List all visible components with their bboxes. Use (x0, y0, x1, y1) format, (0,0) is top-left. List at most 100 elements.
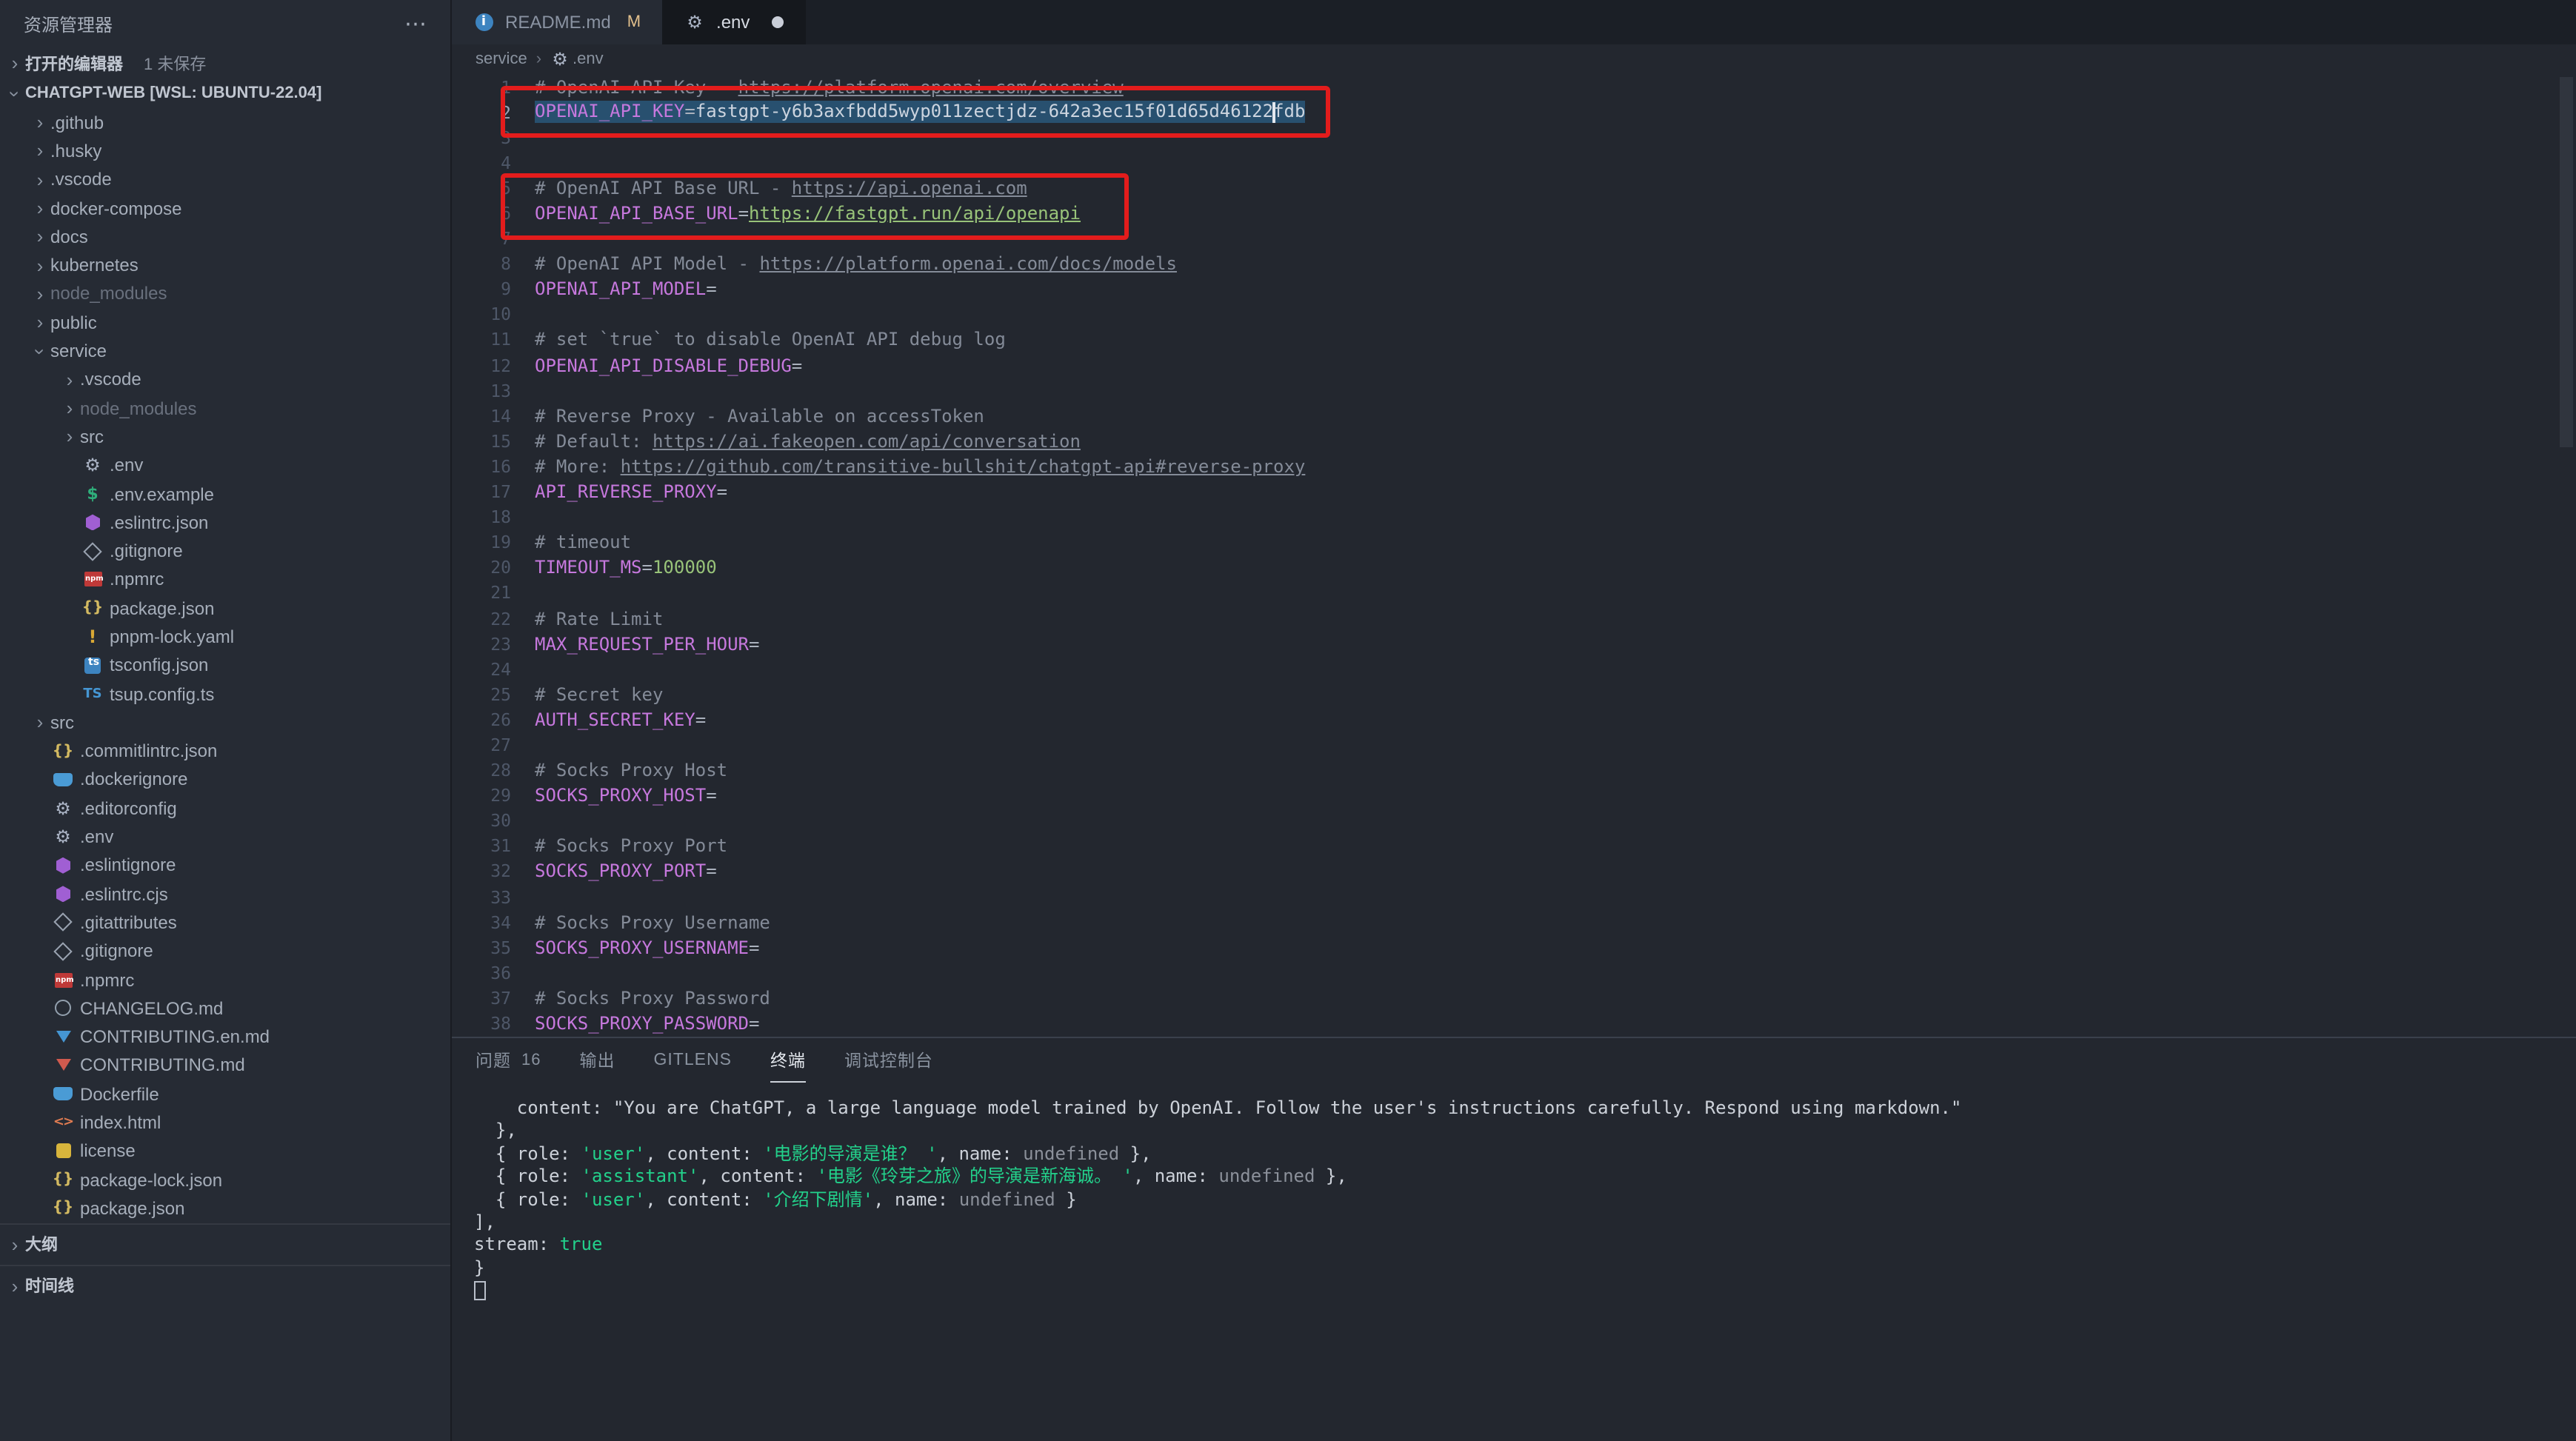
tree-file-.eslintrc.cjs[interactable]: .eslintrc.cjs (0, 880, 450, 909)
tab-env[interactable]: .env (663, 0, 806, 44)
tree-file-CONTRIBUTING.en.md[interactable]: CONTRIBUTING.en.md (0, 1023, 450, 1052)
code-line: 32SOCKS_PROXY_PORT= (452, 859, 2576, 884)
tree-file-.gitignore[interactable]: .gitignore (0, 937, 450, 966)
code-line: 18 (452, 504, 2576, 529)
tree-file-.gitattributes[interactable]: .gitattributes (0, 909, 450, 937)
tree-folder-src[interactable]: src (0, 708, 450, 737)
code-line: 5# OpenAI API Base URL - https://api.ope… (452, 175, 2576, 201)
code-editor[interactable]: 1# OpenAI API Key - https://platform.ope… (452, 74, 2576, 1037)
tree-item-label: .github (50, 112, 104, 133)
line-number: 1 (452, 76, 511, 97)
tree-file-package.json[interactable]: package.json (0, 594, 450, 623)
tree-folder-kubernetes[interactable]: kubernetes (0, 251, 450, 280)
panel-tab-label: 输出 (580, 1048, 615, 1071)
sidebar-header: 资源管理器 (0, 0, 450, 47)
tab-readme[interactable]: README.mdM (452, 0, 663, 44)
panel-tab-gitlens[interactable]: GITLENS (654, 1038, 732, 1083)
tree-folder-public[interactable]: public (0, 308, 450, 337)
bottom-panel: 问题16 输出 GITLENS 终端 调试控制台 content: "You are C… (452, 1037, 2576, 1441)
tree-file-.eslintignore[interactable]: .eslintignore (0, 851, 450, 880)
tree-folder-.vscode[interactable]: .vscode (0, 165, 450, 194)
tree-folder-.vscode[interactable]: .vscode (0, 365, 450, 394)
tree-folder-service[interactable]: service (0, 337, 450, 366)
project-name: CHATGPT-WEB [WSL: UBUNTU-22.04] (25, 84, 321, 102)
tree-file-.env.example[interactable]: .env.example (0, 480, 450, 509)
breadcrumb-file[interactable]: .env (573, 50, 604, 68)
code-line: 26AUTH_SECRET_KEY= (452, 707, 2576, 732)
tree-file-.dockerignore[interactable]: .dockerignore (0, 766, 450, 795)
tree-file-pnpm-lock.yaml[interactable]: pnpm-lock.yaml (0, 623, 450, 652)
explorer-sidebar: 资源管理器 打开的编辑器 1 未保存 CHATGPT-WEB [WSL: UBU… (0, 0, 452, 1441)
code-line: 10 (452, 302, 2576, 327)
tree-file-.gitignore[interactable]: .gitignore (0, 537, 450, 566)
project-section-header[interactable]: CHATGPT-WEB [WSL: UBUNTU-22.04] (0, 78, 450, 108)
tree-file-index.html[interactable]: index.html (0, 1109, 450, 1137)
tree-file-Dockerfile[interactable]: Dockerfile (0, 1080, 450, 1109)
tree-file-tsconfig.json[interactable]: tsconfig.json (0, 651, 450, 680)
json-icon (52, 1198, 74, 1219)
tree-file-.npmrc[interactable]: .npmrc (0, 566, 450, 595)
chevron-right-icon (30, 226, 50, 248)
section-timeline[interactable]: 时间线 (0, 1264, 450, 1305)
terminal-line: { role: 'assistant', content: '电影《玲芽之旅》的… (474, 1166, 2576, 1188)
panel-tab-output[interactable]: 输出 (580, 1038, 615, 1083)
breadcrumb[interactable]: service .env (452, 44, 2576, 74)
code-line: 35SOCKS_PROXY_USERNAME= (452, 935, 2576, 960)
tree-file-license[interactable]: license (0, 1137, 450, 1166)
tree-file-.npmrc[interactable]: .npmrc (0, 966, 450, 994)
chevron-right-icon (59, 426, 80, 448)
panel-tab-debug-console[interactable]: 调试控制台 (844, 1038, 933, 1083)
chevron-right-icon (4, 52, 25, 74)
code-line: 4 (452, 150, 2576, 175)
open-editors-section[interactable]: 打开的编辑器 1 未保存 (0, 47, 450, 78)
code-line: 21 (452, 581, 2576, 606)
tree-item-label: .gitignore (110, 541, 183, 561)
gear-icon (550, 49, 570, 70)
tree-folder-.github[interactable]: .github (0, 108, 450, 137)
tree-folder-docs[interactable]: docs (0, 222, 450, 251)
more-actions-icon[interactable] (404, 10, 427, 37)
tree-item-label: .env.example (110, 484, 214, 504)
tree-item-label: kubernetes (50, 255, 139, 275)
tree-file-.editorconfig[interactable]: .editorconfig (0, 794, 450, 823)
editor-scrollbar[interactable] (2560, 77, 2573, 447)
panel-tab-terminal[interactable]: 终端 (770, 1038, 806, 1083)
section-outline[interactable]: 大纲 (0, 1223, 450, 1264)
terminal-output[interactable]: content: "You are ChatGPT, a large langu… (452, 1083, 2576, 1441)
tree-item-label: node_modules (80, 398, 196, 418)
tree-folder-node_modules[interactable]: node_modules (0, 394, 450, 423)
line-number: 15 (452, 431, 511, 452)
tree-item-label: package-lock.json (80, 1169, 222, 1190)
tree-file-CONTRIBUTING.md[interactable]: CONTRIBUTING.md (0, 1052, 450, 1080)
line-number: 38 (452, 1013, 511, 1034)
tree-file-CHANGELOG.md[interactable]: CHANGELOG.md (0, 994, 450, 1023)
git-icon (52, 912, 74, 933)
panel-tab-label: 调试控制台 (844, 1048, 933, 1071)
changelog-icon (52, 998, 74, 1019)
panel-tab-problems[interactable]: 问题16 (476, 1038, 541, 1083)
tree-file-.env[interactable]: .env (0, 823, 450, 852)
line-number: 22 (452, 608, 511, 629)
code-line: 14# Reverse Proxy - Available on accessT… (452, 403, 2576, 428)
html-icon (52, 1112, 74, 1133)
tree-file-.commitlintrc.json[interactable]: .commitlintrc.json (0, 737, 450, 766)
tree-file-.env[interactable]: .env (0, 451, 450, 480)
tree-file-package-lock.json[interactable]: package-lock.json (0, 1166, 450, 1194)
tree-item-label: CONTRIBUTING.en.md (80, 1026, 270, 1047)
tab-label: .env (716, 12, 750, 33)
tree-folder-src[interactable]: src (0, 423, 450, 452)
tree-folder-.husky[interactable]: .husky (0, 137, 450, 166)
line-number: 34 (452, 912, 511, 932)
tree-file-.eslintrc.json[interactable]: .eslintrc.json (0, 508, 450, 537)
tree-file-package.json[interactable]: package.json (0, 1194, 450, 1223)
unsaved-count: 1 未保存 (144, 51, 206, 75)
tree-folder-node_modules[interactable]: node_modules (0, 280, 450, 309)
breadcrumb-folder[interactable]: service (476, 50, 527, 68)
terminal-line (474, 1280, 2576, 1303)
line-number: 2 (452, 101, 511, 122)
code-line: 30 (452, 808, 2576, 833)
tree-file-tsup.config.ts[interactable]: tsup.config.ts (0, 680, 450, 709)
tree-folder-docker-compose[interactable]: docker-compose (0, 194, 450, 223)
dollar-icon (81, 484, 104, 504)
sidebar-bottom-sections: 大纲时间线 (0, 1223, 450, 1305)
